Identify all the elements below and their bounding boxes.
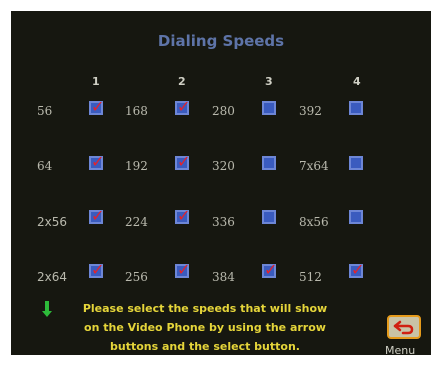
speed-label: 8x56 xyxy=(299,215,329,229)
speed-checkbox[interactable] xyxy=(262,101,276,115)
speed-label: 336 xyxy=(212,215,235,229)
speed-checkbox[interactable] xyxy=(175,97,190,117)
speed-label: 384 xyxy=(212,270,235,284)
speed-checkbox[interactable] xyxy=(349,260,364,280)
speed-checkbox[interactable] xyxy=(349,156,363,170)
speed-label: 56 xyxy=(37,104,53,118)
help-text-line: on the Video Phone by using the arrow xyxy=(84,321,326,334)
speed-label: 320 xyxy=(212,159,235,173)
menu-label: Menu xyxy=(385,344,416,357)
speed-label: 2x64 xyxy=(37,270,68,284)
speed-label: 224 xyxy=(125,215,148,229)
speed-label: 2x56 xyxy=(37,215,68,229)
speed-label: 168 xyxy=(125,104,148,118)
help-text-line: buttons and the select button. xyxy=(110,340,300,353)
page-title: Dialing Speeds xyxy=(157,32,285,50)
speed-checkbox[interactable] xyxy=(175,206,190,226)
speed-checkbox[interactable] xyxy=(349,101,363,115)
speed-checkbox[interactable] xyxy=(349,210,363,224)
speed-checkbox[interactable] xyxy=(262,210,276,224)
speed-checkbox[interactable] xyxy=(175,152,190,172)
speed-checkbox[interactable] xyxy=(262,156,276,170)
down-arrow-icon xyxy=(42,301,52,317)
speed-checkbox[interactable] xyxy=(89,152,104,172)
speed-label: 392 xyxy=(299,104,322,118)
speed-label: 64 xyxy=(37,159,53,173)
speed-label: 280 xyxy=(212,104,235,118)
column-header-3: 3 xyxy=(265,75,273,88)
menu-button[interactable] xyxy=(387,315,421,339)
speed-checkbox[interactable] xyxy=(175,260,190,280)
help-text: Please select the speeds that will show … xyxy=(75,299,335,356)
speed-label: 7x64 xyxy=(299,159,329,173)
speed-label: 192 xyxy=(125,159,148,173)
speed-label: 256 xyxy=(125,270,148,284)
speed-checkbox[interactable] xyxy=(89,97,104,117)
return-arrow-icon xyxy=(393,320,414,335)
column-header-1: 1 xyxy=(92,75,100,88)
column-header-4: 4 xyxy=(353,75,361,88)
speed-label: 512 xyxy=(299,270,322,284)
help-text-line: Please select the speeds that will show xyxy=(82,302,328,315)
speed-checkbox[interactable] xyxy=(89,206,104,226)
dialing-speeds-screen: Dialing Speeds 1 2 3 4 56 168 280 392 64… xyxy=(11,11,431,357)
speed-checkbox[interactable] xyxy=(262,260,277,280)
column-header-2: 2 xyxy=(178,75,186,88)
speed-checkbox[interactable] xyxy=(89,260,104,280)
